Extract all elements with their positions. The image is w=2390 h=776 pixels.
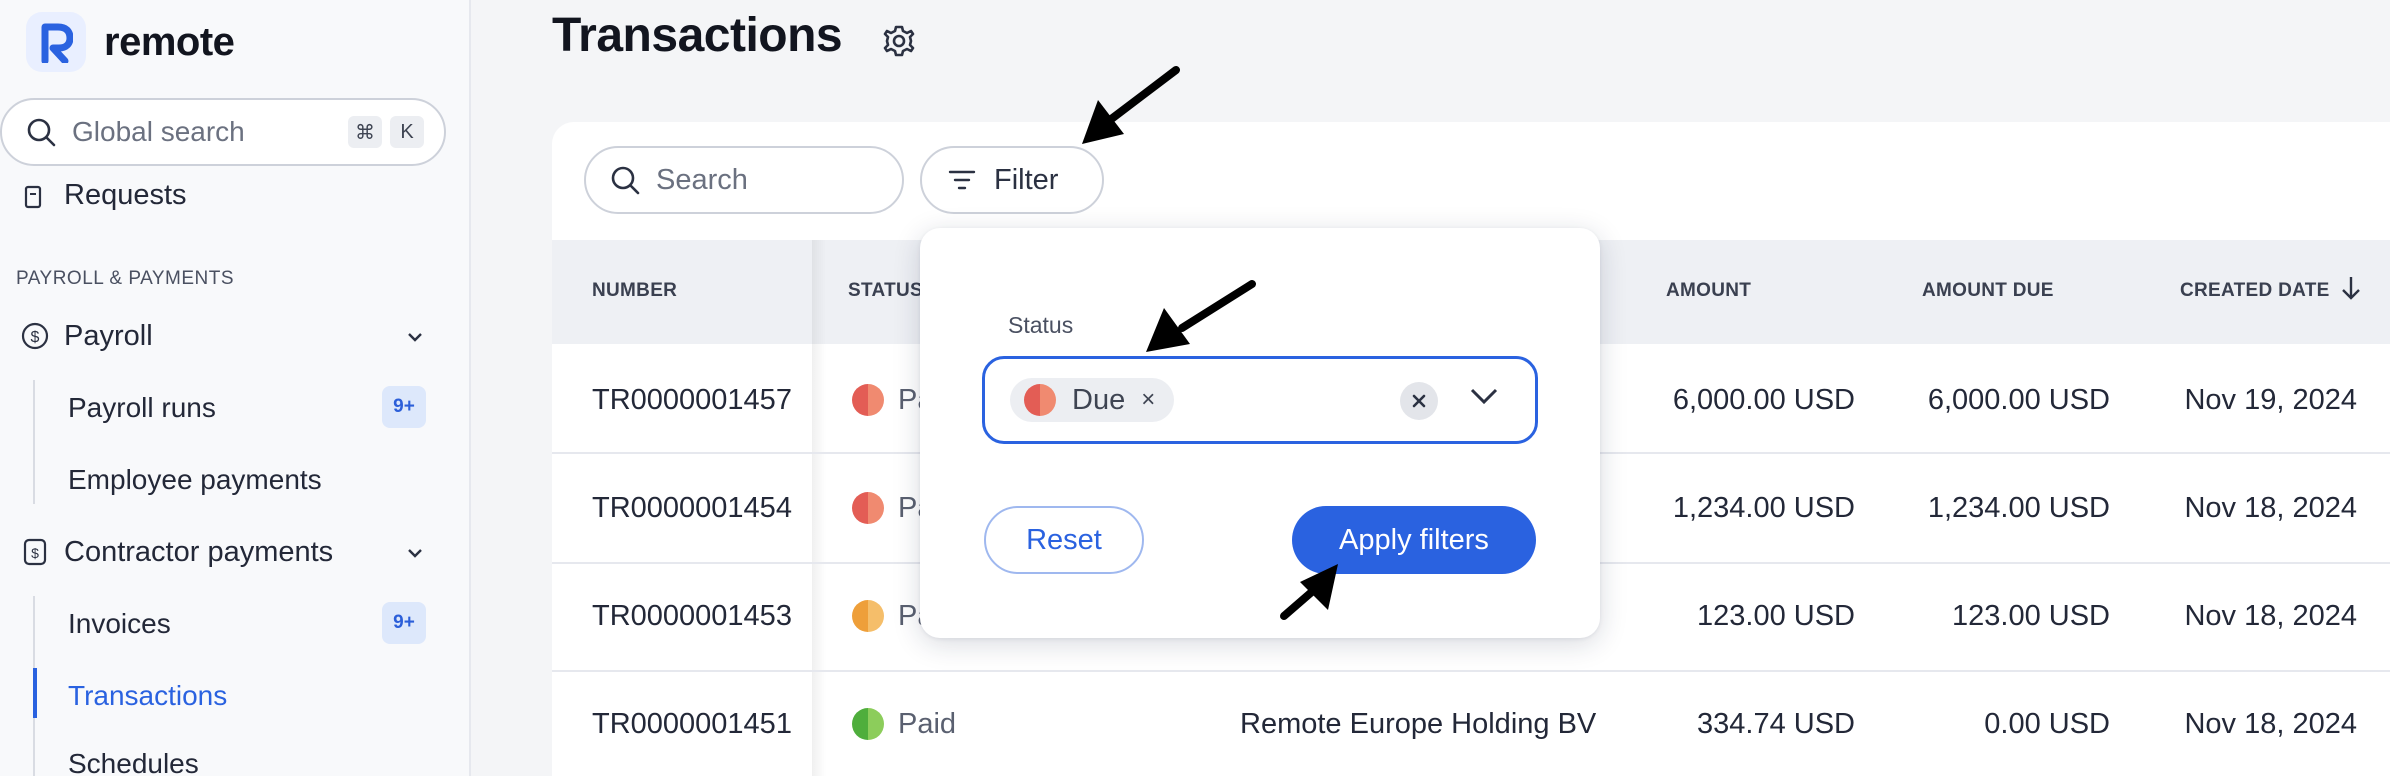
cell-amount-due: 0.00 USD [1984, 708, 2110, 740]
contractor-payments-icon: $ [20, 537, 50, 567]
sidebar-item-employee-payments[interactable]: Employee payments [68, 460, 322, 500]
status-due-icon [1024, 384, 1056, 416]
global-search-placeholder: Global search [72, 116, 245, 147]
search-icon [27, 118, 56, 147]
cell-number[interactable]: TR0000001454 [592, 492, 792, 525]
cell-created-date: Nov 18, 2024 [2184, 492, 2357, 524]
filter-button-label: Filter [994, 163, 1059, 196]
sidebar-item-label: Requests [64, 179, 187, 211]
sticky-column-shadow [812, 240, 826, 776]
cell-number[interactable]: TR0000001453 [592, 600, 792, 633]
apply-filters-button[interactable]: Apply filters [1292, 506, 1536, 574]
cell-number[interactable]: TR0000001451 [592, 708, 792, 741]
sidebar-item-label: Schedules [68, 748, 199, 776]
svg-text:$: $ [31, 329, 40, 346]
sidebar-item-label: Payroll [64, 319, 153, 352]
cell-amount-due: 6,000.00 USD [1927, 384, 2110, 416]
payroll-runs-count-badge: 9+ [382, 386, 426, 428]
filter-button[interactable]: Filter [920, 146, 1104, 214]
column-header-status[interactable]: STATUS [848, 280, 923, 302]
chip-label: Due [1072, 383, 1126, 416]
status-due-icon [852, 384, 884, 416]
sidebar-item-schedules[interactable]: Schedules [68, 748, 199, 776]
sidebar-item-label: Employee payments [68, 464, 322, 495]
sidebar-item-transactions[interactable]: Transactions [68, 676, 227, 716]
chevron-down-icon[interactable] [406, 539, 424, 565]
search-icon [611, 166, 640, 195]
status-paid-icon [852, 708, 884, 740]
cell-number[interactable]: TR0000001457 [592, 384, 792, 417]
search-placeholder: Search [656, 163, 748, 196]
cell-amount-due: 123.00 USD [1952, 600, 2110, 632]
sidebar-item-invoices[interactable]: Invoices [68, 604, 171, 644]
page-title: Transactions [552, 9, 843, 62]
sidebar-item-label: Invoices [68, 608, 171, 639]
sidebar-item-payroll-runs[interactable]: Payroll runs [68, 388, 216, 428]
active-item-indicator [33, 668, 37, 718]
sidebar-item-label: Contractor payments [64, 535, 334, 568]
column-header-amount-due[interactable]: AMOUNT DUE [1922, 280, 2054, 302]
svg-text:$: $ [31, 545, 39, 561]
sidebar: remote Global search ⌘ K Requests PAYROL… [0, 0, 471, 776]
filter-icon [948, 170, 976, 190]
sidebar-item-requests[interactable]: Requests [20, 172, 187, 212]
global-search-input[interactable]: Global search ⌘ K [0, 98, 446, 166]
row-divider [552, 670, 2390, 672]
chip-remove-icon[interactable]: × [1141, 386, 1155, 414]
cell-created-date: Nov 18, 2024 [2184, 708, 2357, 740]
cell-created-date: Nov 19, 2024 [2184, 384, 2357, 416]
table-search-input[interactable]: Search [584, 146, 904, 214]
cell-amount: 6,000.00 USD [1672, 384, 1855, 416]
sidebar-item-label: Payroll runs [68, 392, 216, 423]
status-partial-icon [852, 600, 884, 632]
column-header-created-date[interactable]: CREATED DATE [2180, 280, 2330, 302]
requests-icon [20, 182, 50, 212]
chevron-down-icon[interactable] [1468, 386, 1500, 411]
remote-logo-icon [26, 12, 86, 72]
sidebar-item-label: Transactions [68, 680, 228, 711]
sidebar-subtree-line [33, 380, 35, 504]
dollar-circle-icon: $ [20, 321, 50, 351]
cell-created-date: Nov 18, 2024 [2184, 600, 2357, 632]
cell-status: Paid [898, 708, 957, 740]
cell-amount: 1,234.00 USD [1672, 492, 1855, 524]
status-filter-label: Status [1008, 312, 1074, 338]
column-header-amount[interactable]: AMOUNT [1666, 280, 1751, 302]
invoices-count-badge: 9+ [382, 602, 426, 644]
brand-name: remote [104, 19, 235, 64]
clear-selection-icon[interactable] [1400, 382, 1438, 420]
cell-entity: Remote Europe Holding BV [1240, 708, 1597, 740]
shortcut-k-key: K [390, 116, 424, 148]
sidebar-item-payroll[interactable]: $ Payroll [20, 316, 460, 356]
sidebar-item-contractor-payments[interactable]: $ Contractor payments [20, 532, 460, 572]
cell-amount-due: 1,234.00 USD [1927, 492, 2110, 524]
cell-amount: 334.74 USD [1697, 708, 1855, 740]
selected-status-chip[interactable]: Due × [1010, 378, 1174, 422]
shortcut-cmd-key: ⌘ [348, 116, 382, 148]
cell-amount: 123.00 USD [1697, 600, 1855, 632]
gear-icon[interactable] [880, 22, 918, 60]
reset-button[interactable]: Reset [984, 506, 1144, 574]
chevron-down-icon[interactable] [406, 323, 424, 349]
column-header-number[interactable]: NUMBER [592, 280, 677, 302]
sort-descending-icon[interactable] [2340, 274, 2362, 309]
sidebar-section-payroll-payments: PAYROLL & PAYMENTS [16, 268, 235, 289]
brand[interactable]: remote [26, 10, 235, 74]
status-due-icon [852, 492, 884, 524]
